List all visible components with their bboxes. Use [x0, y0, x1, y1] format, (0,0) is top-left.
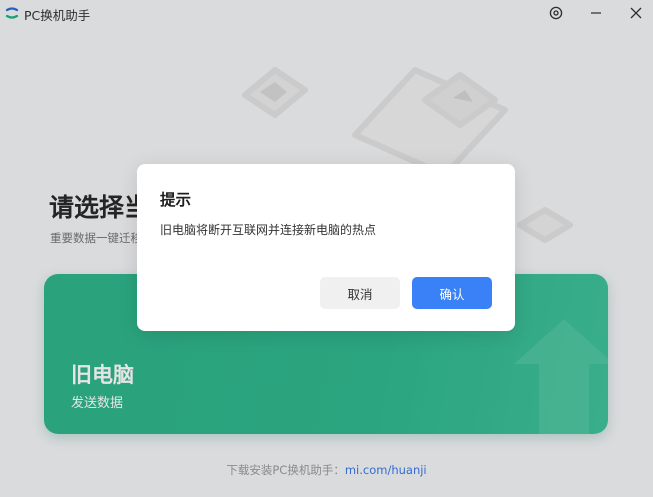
- cancel-button[interactable]: 取消: [320, 277, 400, 309]
- dialog-message: 旧电脑将断开互联网并连接新电脑的热点: [160, 223, 377, 237]
- confirm-button[interactable]: 确认: [412, 277, 492, 309]
- dialog-title: 提示: [160, 191, 192, 209]
- confirm-dialog: 提示 旧电脑将断开互联网并连接新电脑的热点 取消 确认: [137, 164, 515, 331]
